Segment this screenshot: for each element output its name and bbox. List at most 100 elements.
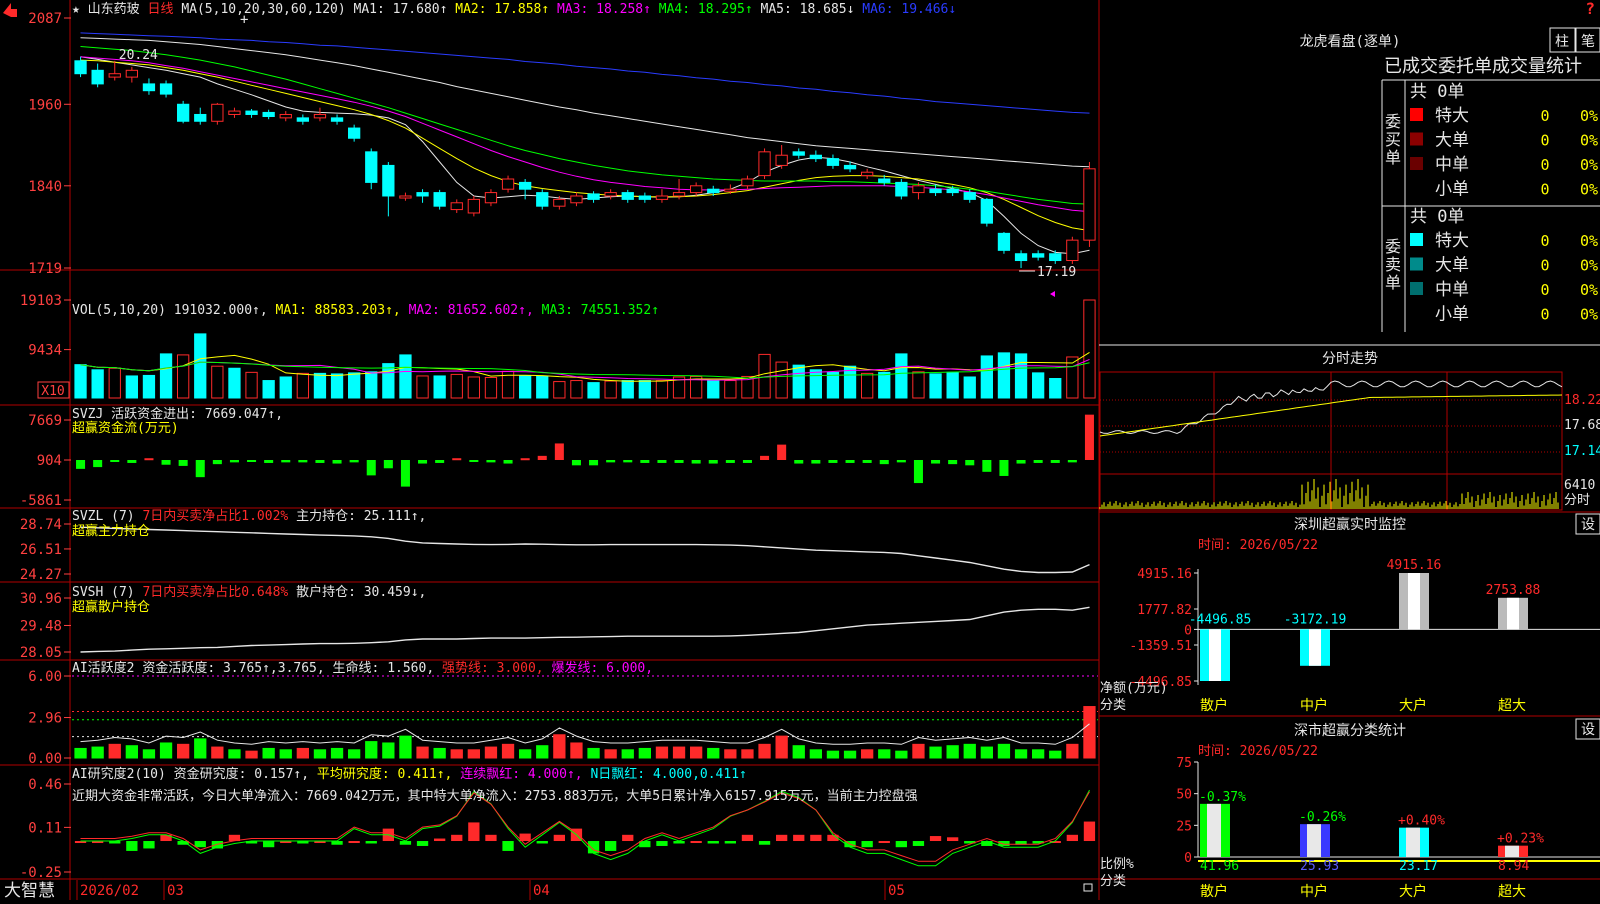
research-bar: [451, 834, 463, 842]
svzj-bar: [212, 460, 222, 465]
ai2-bar: [997, 743, 1011, 759]
ai2-bar: [929, 746, 942, 759]
research-bar: [793, 834, 805, 842]
ai2-bar: [245, 750, 258, 759]
svzj-bar: [811, 460, 821, 464]
research-bar: [348, 841, 360, 844]
classify-settings-label[interactable]: 设: [1581, 722, 1595, 738]
candle: [279, 113, 292, 119]
svzj-bar: [127, 460, 137, 463]
research-bar: [263, 841, 275, 848]
volume-bar: [91, 369, 104, 399]
ai2-bar: [570, 742, 583, 759]
volume-bar: [826, 371, 840, 399]
volume-bar: [142, 374, 156, 399]
candle: [672, 192, 686, 197]
svzj-bar: [144, 458, 154, 461]
monitor-bar-highlight: [1408, 573, 1420, 630]
svzj-header: SVZJ 活跃资金进出: 7669.047↑,: [72, 406, 283, 422]
svzj-bar: [571, 460, 581, 466]
ai2-bar: [655, 746, 669, 759]
btn-zhu-label[interactable]: 柱: [1555, 34, 1569, 50]
ai2-bar: [1014, 749, 1028, 759]
ai2-bar: [536, 745, 549, 759]
svzj-bar: [554, 443, 564, 460]
volume-bar: [895, 353, 908, 399]
volume-bar: [587, 382, 600, 399]
volume-bar: [912, 371, 925, 399]
vol-header-part-4: MA3: 74551.352↑: [542, 303, 659, 318]
volume-bar: [313, 372, 327, 399]
ai2-bar: [416, 746, 429, 759]
svzj-bar: [229, 460, 239, 463]
date-label-2: 04: [533, 883, 550, 899]
classify-category-label: 大户: [1399, 883, 1427, 900]
svzj-bar: [862, 460, 872, 463]
svzj-bar: [332, 460, 342, 464]
monitor-value-label: 4915.16: [1387, 558, 1442, 573]
research-bar: [690, 841, 702, 844]
main-chart-header-part-7: MA4: 18.295↑: [659, 2, 761, 17]
svzj-bar: [195, 460, 205, 478]
classify-title: 深市超赢分类统计: [1294, 722, 1406, 739]
research-bar: [1066, 834, 1078, 842]
svzj-bar: [435, 460, 445, 463]
candle: [245, 110, 258, 115]
main-chart-header-part-8: MA5: 18.685↓: [761, 2, 863, 17]
research-bar: [434, 838, 446, 842]
buy-row-name: 大单: [1435, 131, 1469, 151]
ai2-bar: [108, 743, 121, 759]
candle: [416, 192, 429, 197]
date-label-3: 05: [888, 883, 905, 899]
ai2-header-part-0: AI活跃度2: [72, 660, 142, 676]
volume-bar: [707, 380, 720, 399]
volume-bar: [262, 380, 275, 399]
candle: [484, 192, 498, 204]
ai2-bar: [228, 749, 241, 759]
ai2-bar: [741, 749, 754, 759]
sell-row-count: 0: [1540, 232, 1549, 250]
svzj-bar: [366, 460, 376, 476]
ai2-bar: [707, 747, 720, 759]
volume-bar: [125, 375, 138, 399]
terminal-canvas: 2087 1960 1840 1719 20.24 17.19? ★ 山东药玻 日线 MA(…: [0, 0, 1600, 901]
volume-bar: [245, 371, 258, 399]
research-bar: [365, 841, 377, 844]
sell-vertical-label: 单: [1385, 273, 1401, 292]
monitor-settings-label[interactable]: 设: [1581, 517, 1595, 533]
help-question-icon[interactable]: ?: [1585, 0, 1595, 18]
volume-bar: [74, 364, 87, 399]
svzj-bar: [777, 444, 787, 460]
svzj-bar: [469, 460, 479, 462]
buy-row-pct: 0%: [1580, 181, 1598, 199]
research-header-part-3: 连续飘红: 4.000↑,: [460, 766, 590, 782]
main-chart-header-part-6: MA3: 18.258↑: [557, 2, 659, 17]
intraday-ylabel-mid: 17.68: [1564, 418, 1600, 433]
candle: [382, 164, 395, 197]
svzj-bar: [452, 458, 462, 461]
candle: [91, 69, 104, 85]
price-tick-label: 2087: [28, 11, 62, 27]
research-bar: [399, 841, 412, 845]
ai2-bar: [262, 747, 275, 759]
longhu-title: 龙虎看盘(逐单): [1300, 33, 1401, 50]
volume-bar: [536, 375, 549, 399]
ai2-bar: [895, 750, 908, 759]
svzj-bar: [418, 460, 428, 464]
main-chart-header-part-9: MA6: 19.466↓: [862, 2, 956, 17]
candle: [621, 192, 634, 200]
svzj-bar: [349, 460, 359, 463]
volume-bar: [1032, 372, 1045, 399]
candle: [262, 111, 275, 118]
volume-bar: [348, 372, 361, 399]
ai2-bar: [484, 746, 498, 759]
monitor-tick-label: 4915.16: [1137, 567, 1192, 582]
classify-tick-label: 0: [1184, 851, 1192, 866]
research-bar: [143, 841, 155, 849]
volume-bar: [980, 355, 993, 399]
ai2-bar: [1083, 706, 1096, 759]
ai2-bar: [501, 743, 515, 759]
btn-bi-label[interactable]: 笔: [1581, 34, 1595, 50]
intraday-ylabel-high: 18.22: [1564, 393, 1600, 408]
volume-bar: [433, 375, 446, 399]
